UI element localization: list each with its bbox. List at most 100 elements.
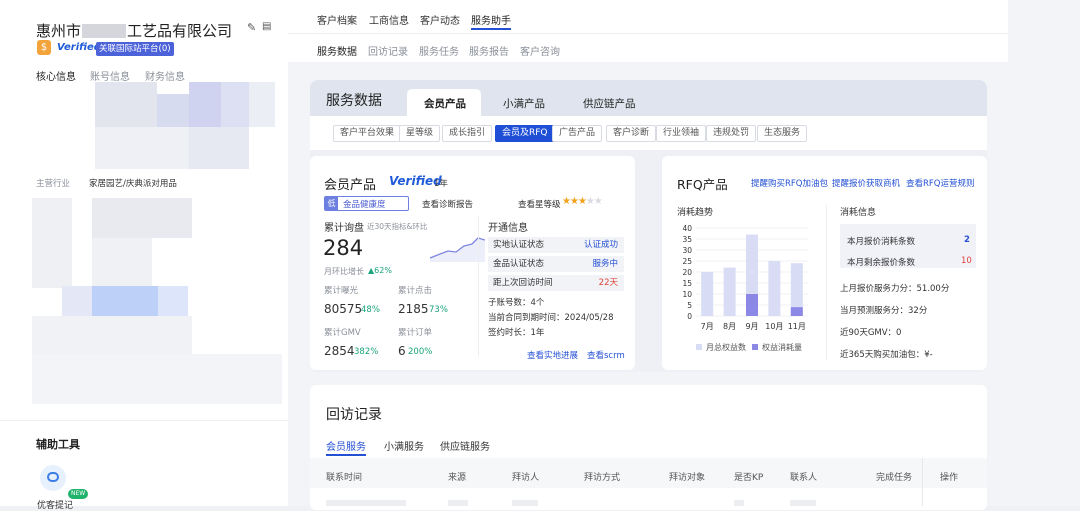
subnav-service-report[interactable]: 服务报告 xyxy=(469,43,509,58)
star-filled-icon: ★ xyxy=(577,196,587,207)
star-empty-icon: ★ xyxy=(593,196,603,207)
signed-duration: 签约时长：1年 xyxy=(488,328,545,338)
metric-orders-label: 累计订单 xyxy=(398,328,433,338)
industry-value: 家居园艺/庆典派对用品 xyxy=(89,179,177,189)
info-title: 消耗信息 xyxy=(840,208,877,218)
inquiry-hint: 近30天指标&环比 xyxy=(367,222,428,231)
pill-violation-penalty[interactable]: 违规处罚 xyxy=(706,125,757,142)
rfq-remaining-label: 本月剩余报价条数 xyxy=(847,258,916,268)
health-badge[interactable]: 低 金品健康度 xyxy=(324,196,409,211)
legend-label-1: 权益消耗量 xyxy=(762,342,802,352)
subnav-visit-records[interactable]: 回访记录 xyxy=(368,43,408,58)
col-source: 来源 xyxy=(448,473,467,483)
pill-star-level[interactable]: 星等级 xyxy=(399,125,441,142)
bar-total-0 xyxy=(701,272,714,316)
rfq-remind-quote-link[interactable]: 提醒报价获取商机 xyxy=(832,177,900,189)
metric-orders-pct: 200% xyxy=(408,347,433,357)
tab-finance-info[interactable]: 财务信息 xyxy=(145,68,185,83)
mom-label: 月环比增长 xyxy=(324,267,364,276)
y-tick-label: 15 xyxy=(682,279,692,288)
nav-customer-activity[interactable]: 客户动态 xyxy=(420,12,460,27)
consumption-trend-chart: 0 5 10 15 20 25 30 35 40 7月 8月 9月 10月 11月月总权益数 权益消耗量 xyxy=(682,224,808,352)
metric-orders-value: 6 xyxy=(398,344,406,358)
star-level-label[interactable]: 查看星等级 xyxy=(518,198,561,210)
legend-label-0: 月总权益数 xyxy=(706,342,746,352)
y-tick-label: 20 xyxy=(682,268,692,277)
member-title: 会员产品 xyxy=(324,178,377,193)
document-icon[interactable]: ▤ xyxy=(262,21,271,32)
pill-ecosystem-service[interactable]: 生态服务 xyxy=(757,125,808,142)
nav-business-info[interactable]: 工商信息 xyxy=(369,12,409,27)
inquiry-sparkline xyxy=(430,237,485,262)
bar-total-3 xyxy=(768,261,781,316)
service-data-title: 服务数据 xyxy=(326,93,382,109)
star-filled-icon: ★ xyxy=(569,196,579,207)
rfq-remaining-value: 10 xyxy=(961,256,972,266)
nav-active-underline xyxy=(471,28,511,30)
company-panel: 惠州市 工艺品有限公司 ✎ ▤ $ Verified 关联国际站平台(0) 核心信… xyxy=(0,0,288,511)
nav-service-assistant[interactable]: 服务助手 xyxy=(471,12,511,27)
sub-accounts: 子账号数：4个 xyxy=(488,298,545,308)
rfq-rules-link[interactable]: 查看RFQ运营规则 xyxy=(906,177,975,189)
tab-account-info[interactable]: 账号信息 xyxy=(90,68,130,83)
col-contact: 联系人 xyxy=(790,473,818,483)
edit-icon[interactable]: ✎ xyxy=(247,21,256,34)
table-row[interactable] xyxy=(326,500,406,506)
inquiry-value: 284 xyxy=(323,236,364,260)
bar-used-2 xyxy=(746,294,758,316)
nav-customer-file[interactable]: 客户档案 xyxy=(317,12,357,27)
rfq-remind-buy-link[interactable]: 提醒购买RFQ加油包 xyxy=(751,177,828,189)
visit-tab-xiaoman[interactable]: 小满服务 xyxy=(384,438,424,453)
rfq-gmv-90d: 近90天GMV：0 xyxy=(840,328,902,338)
col-visit-method: 拜访方式 xyxy=(584,473,621,483)
x-tick-label: 11月 xyxy=(788,322,806,331)
star-rating: ★★★★★ xyxy=(562,196,603,207)
open-row-gold-auth: 金品认证状态 服务中 xyxy=(488,256,624,272)
site-progress-link[interactable]: 查看实地进展 xyxy=(527,349,578,361)
legend-swatch-1 xyxy=(752,344,758,350)
contract-end: 当前合同到期时间：2024/05/28 xyxy=(488,313,614,323)
pill-growth-guide[interactable]: 成长指引 xyxy=(442,125,493,142)
visit-title: 回访记录 xyxy=(326,407,382,423)
pill-industry-leader[interactable]: 行业领袖 xyxy=(656,125,707,142)
industry-label: 主营行业 xyxy=(36,179,71,189)
platform-badge[interactable]: 关联国际站平台(0) xyxy=(96,42,174,56)
subnav-service-tasks[interactable]: 服务任务 xyxy=(419,43,459,58)
subnav-service-data[interactable]: 服务数据 xyxy=(317,43,357,58)
verified-logo: Verified xyxy=(57,42,101,53)
tool-icon[interactable] xyxy=(40,465,66,491)
scrm-link[interactable]: 查看scrm xyxy=(587,349,625,361)
inquiry-label: 累计询盘 xyxy=(324,223,364,234)
tool-label[interactable]: 优客提记 xyxy=(37,498,73,511)
tab-core-info[interactable]: 核心信息 xyxy=(36,68,76,83)
tab-member-product[interactable]: 会员产品 xyxy=(424,96,466,111)
rfq-title: RFQ产品 xyxy=(677,177,728,192)
legend-swatch-0 xyxy=(696,344,702,350)
col-completed-task: 完成任务 xyxy=(876,473,913,483)
pill-customer-diagnosis[interactable]: 客户诊断 xyxy=(606,125,657,142)
metric-gmv-label: 累计GMV xyxy=(324,328,361,338)
pill-platform-effect[interactable]: 客户平台效果 xyxy=(333,125,402,142)
open-row-site-auth: 实地认证状态 认证成功 xyxy=(488,237,624,253)
tab-supply-chain-product[interactable]: 供应链产品 xyxy=(583,96,636,111)
tab-xiaoman-product[interactable]: 小满产品 xyxy=(503,96,545,111)
main-area: 客户档案 工商信息 客户动态 服务助手 服务数据 回访记录 服务任务 服务报告 … xyxy=(288,0,1080,510)
diagnosis-report-link[interactable]: 查看诊断报告 xyxy=(422,198,473,210)
y-tick-label: 35 xyxy=(682,235,692,244)
pill-member-rfq[interactable]: 会员及RFQ xyxy=(495,125,555,142)
tools-title: 辅助工具 xyxy=(36,438,80,451)
visit-tab-member[interactable]: 会员服务 xyxy=(326,438,366,453)
gold-supplier-icon: $ xyxy=(37,40,51,55)
visit-tab-supply[interactable]: 供应链服务 xyxy=(440,438,490,453)
metric-gmv-pct: 382% xyxy=(354,347,379,357)
y-tick-label: 40 xyxy=(682,224,692,233)
col-is-kp: 是否KP xyxy=(734,473,764,483)
pill-ad-product[interactable]: 广告产品 xyxy=(552,125,603,142)
rfq-fuel-365d: 近365天购买加油包：¥- xyxy=(840,350,933,360)
rfq-used-value: 2 xyxy=(964,235,970,245)
subnav-customer-consult[interactable]: 客户咨询 xyxy=(520,43,560,58)
metric-click-value: 2185 xyxy=(398,302,429,316)
col-actions: 操作 xyxy=(940,473,959,483)
redacted-details xyxy=(32,198,282,408)
y-tick-label: 30 xyxy=(682,246,692,255)
